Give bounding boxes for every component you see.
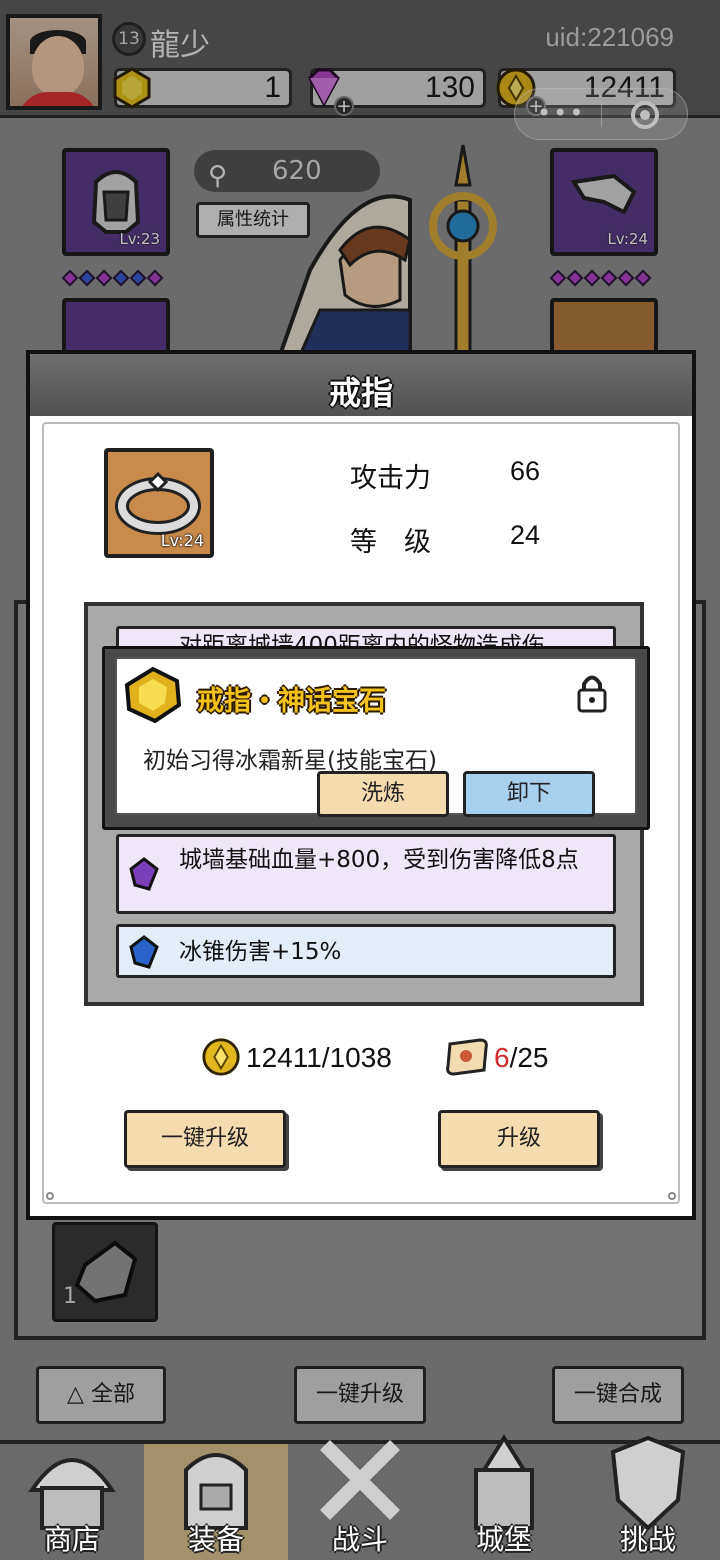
modal-body: Lv:24 攻击力 66 等 级 24 对距离城墙400距离内的怪物造成伤 城墙…	[26, 416, 696, 1220]
mythic-gem-description: 初始习得冰霜新星(技能宝石)	[143, 748, 437, 774]
attribute-text: 城墙基础血量+800，受到伤害降低8点	[179, 847, 579, 873]
ring-level-badge: Lv:24	[160, 531, 204, 550]
gold-cost: 12411/1038	[246, 1042, 392, 1073]
refine-button[interactable]: 洗炼	[317, 771, 449, 817]
attribute-row-wall: 城墙基础血量+800，受到伤害降低8点	[116, 834, 616, 914]
scroll-have: 6	[494, 1042, 510, 1073]
backpack-icon	[184, 1453, 248, 1530]
upgrade-button[interactable]: 升级	[438, 1110, 600, 1168]
lock-icon[interactable]	[575, 673, 609, 713]
modal-title: 戒指	[328, 374, 393, 412]
tab-shop[interactable]: 商店	[0, 1444, 144, 1560]
attribute-row-ice: 冰锥伤害+15%	[116, 924, 616, 978]
unequip-button[interactable]: 卸下	[463, 771, 595, 817]
modal-header: 戒指	[26, 350, 696, 420]
shop-icon	[28, 1458, 116, 1530]
gold-coin-icon	[202, 1038, 240, 1076]
mythic-gold-gem-icon	[124, 666, 182, 724]
tab-equipment[interactable]: 装备	[144, 1444, 288, 1560]
shield-icon	[610, 1435, 686, 1530]
stat-level: 等 级 24	[350, 520, 540, 559]
mythic-gem-title: 戒指・神话宝石	[197, 686, 386, 717]
purple-gem-icon	[129, 857, 159, 891]
tab-label: 战斗	[331, 1523, 388, 1556]
attribute-text: 冰锥伤害+15%	[179, 939, 342, 965]
stat-label: 等 级	[350, 527, 431, 558]
tab-label: 装备	[187, 1523, 244, 1556]
tab-battle[interactable]: 战斗	[288, 1440, 432, 1560]
scroll-need: /25	[509, 1042, 549, 1073]
crossed-swords-icon	[320, 1440, 400, 1520]
tab-castle[interactable]: 城堡	[432, 1434, 576, 1560]
blue-gem-icon	[129, 935, 159, 969]
stat-value: 24	[510, 520, 541, 550]
ring-detail-modal: 戒指 Lv:24 攻击力 66 等 级 24 对距离城墙400距离内的怪物造成伤	[26, 350, 696, 1220]
tab-challenge[interactable]: 挑战	[576, 1435, 720, 1560]
mythic-gem-card: 戒指・神话宝石 初始习得冰霜新星(技能宝石) 洗炼 卸下	[102, 646, 650, 830]
tab-label: 挑战	[619, 1523, 676, 1556]
stat-attack: 攻击力 66	[350, 456, 540, 495]
scroll-icon	[446, 1038, 488, 1076]
scroll-count: 6/25	[494, 1042, 549, 1074]
stat-label: 攻击力	[350, 463, 431, 494]
bottom-nav: 商店 装备 战斗 城堡 挑战	[0, 1434, 720, 1560]
one-key-upgrade-button[interactable]: 一键升级	[124, 1110, 286, 1168]
castle-icon	[474, 1434, 534, 1530]
stat-value: 66	[510, 456, 541, 486]
tab-label: 商店	[43, 1523, 100, 1556]
tab-label: 城堡	[475, 1523, 532, 1556]
ring-item-icon: Lv:24	[104, 448, 214, 558]
